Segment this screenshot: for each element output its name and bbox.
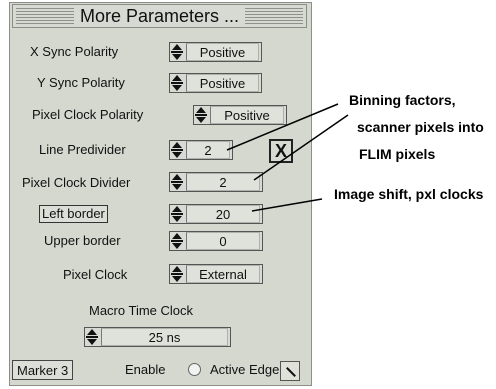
y-sync-polarity-value: Positive: [186, 74, 259, 92]
diagonal-line-icon: [286, 367, 296, 377]
spinner-icon[interactable]: [171, 266, 183, 282]
binning-annotation-line1: Binning factors,: [349, 92, 456, 108]
spinner-icon[interactable]: [171, 206, 183, 222]
pixel-clock-polarity-label: Pixel Clock Polarity: [32, 107, 144, 122]
upper-border-field[interactable]: 0: [169, 231, 263, 251]
left-border-field[interactable]: 20: [169, 204, 263, 224]
macro-time-clock-field[interactable]: 25 ns: [84, 327, 231, 347]
spinner-icon[interactable]: [171, 44, 183, 60]
active-edge-radio[interactable]: [188, 363, 201, 376]
panel-title: More Parameters ...: [79, 6, 240, 26]
marker-button[interactable]: Marker 3: [12, 360, 74, 380]
spinner-icon[interactable]: [86, 329, 98, 345]
pixel-clock-polarity-field[interactable]: Positive: [193, 105, 287, 125]
left-border-label: Left border: [39, 205, 108, 223]
line-predivider-field[interactable]: 2: [169, 140, 233, 160]
title-bar: More Parameters ...: [12, 4, 307, 28]
spinner-icon[interactable]: [171, 233, 183, 249]
pixel-clock-label: Pixel Clock: [63, 267, 128, 282]
spinner-icon[interactable]: [171, 75, 183, 91]
x-sync-polarity-field[interactable]: Positive: [169, 42, 262, 62]
edge-toggle-button[interactable]: [280, 361, 300, 381]
line-predivider-label: Line Predivider: [39, 142, 126, 157]
pixel-clock-polarity-value: Positive: [210, 106, 284, 124]
upper-border-label: Upper border: [44, 233, 121, 248]
pixel-clock-divider-value: 2: [186, 173, 260, 191]
x-sync-polarity-label: X Sync Polarity: [30, 44, 119, 59]
macro-time-clock-value: 25 ns: [101, 328, 228, 346]
binning-annotation-line3: FLIM pixels: [359, 146, 436, 162]
left-border-value: 20: [186, 205, 260, 223]
spinner-icon[interactable]: [171, 142, 183, 158]
binning-annotation-line2: scanner pixels into: [357, 119, 484, 135]
spinner-icon[interactable]: [171, 174, 183, 190]
active-edge-label: Active Edge: [210, 362, 280, 377]
x-sync-polarity-value: Positive: [186, 43, 259, 61]
pixel-clock-divider-label: Pixel Clock Divider: [22, 175, 131, 190]
spinner-icon[interactable]: [195, 107, 207, 123]
pixel-clock-divider-field[interactable]: 2: [169, 172, 263, 192]
image-shift-annotation: Image shift, pxl clocks: [334, 186, 484, 202]
close-button[interactable]: X: [269, 139, 293, 163]
y-sync-polarity-field[interactable]: Positive: [169, 73, 262, 93]
macro-time-clock-label: Macro Time Clock: [89, 303, 194, 318]
upper-border-value: 0: [186, 232, 260, 250]
line-predivider-value: 2: [186, 141, 230, 159]
pixel-clock-field[interactable]: External: [169, 264, 263, 284]
pixel-clock-value: External: [186, 265, 260, 283]
y-sync-polarity-label: Y Sync Polarity: [37, 75, 125, 90]
enable-label: Enable: [125, 362, 166, 377]
